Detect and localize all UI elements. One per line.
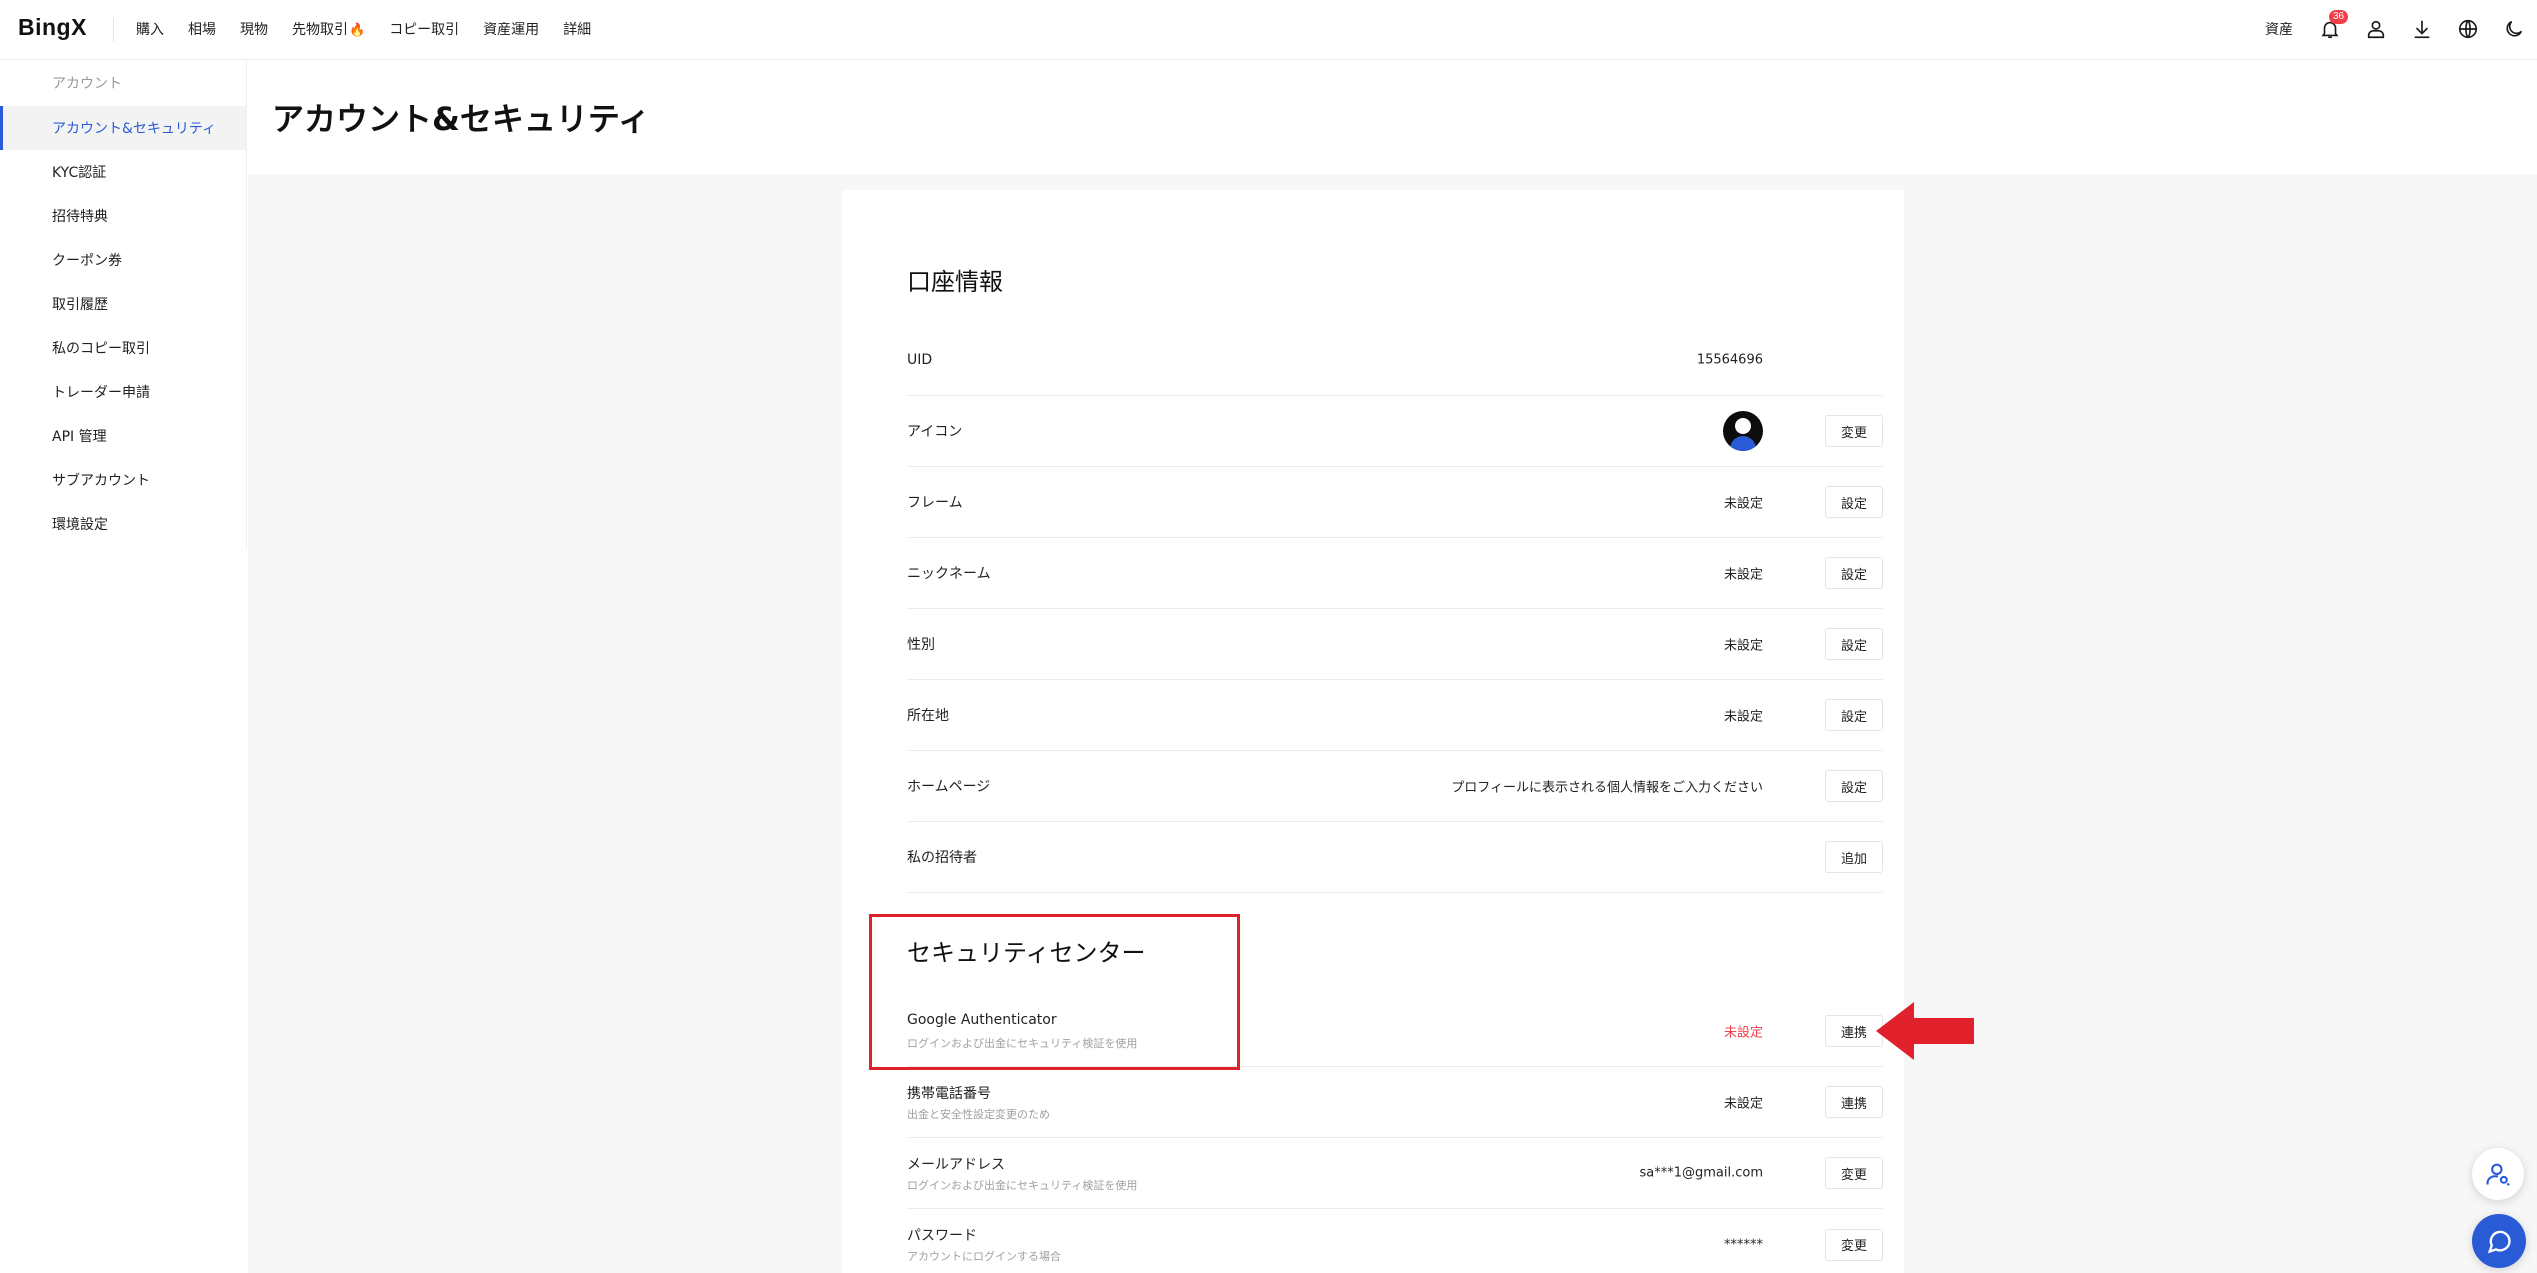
row-location: 所在地 未設定 設定: [907, 680, 1883, 751]
sidebar-item-trader-application[interactable]: トレーダー申請: [0, 370, 246, 414]
row-label: パスワード: [907, 1228, 977, 1244]
sidebar-item-kyc[interactable]: KYC認証: [0, 150, 246, 194]
language-button[interactable]: [2445, 0, 2491, 58]
uid-value: 15564696: [1696, 352, 1763, 368]
row-email: メールアドレス ログインおよび出金にセキュリティ検証を使用 sa***1@gma…: [907, 1138, 1883, 1209]
change-password-button[interactable]: 変更: [1825, 1228, 1883, 1261]
support-agent-button[interactable]: [2472, 1148, 2524, 1200]
row-my-inviter: 私の招待者 追加: [907, 822, 1883, 893]
bingx-logo[interactable]: BingX: [18, 14, 87, 41]
add-inviter-button[interactable]: 追加: [1825, 841, 1883, 873]
user-icon: [2367, 20, 2385, 39]
nav-menu: 購入 相場 現物 先物取引🔥 コピー取引 資産運用 詳細: [136, 0, 615, 58]
row-icon: アイコン 変更: [907, 396, 1883, 467]
set-nickname-button[interactable]: 設定: [1825, 557, 1883, 589]
account-button[interactable]: [2353, 0, 2399, 58]
frame-value: 未設定: [1723, 496, 1763, 512]
set-homepage-button[interactable]: 設定: [1825, 770, 1883, 802]
top-navigation: BingX 購入 相場 現物 先物取引🔥 コピー取引 資産運用 詳細 資産 36: [0, 0, 2537, 60]
nickname-value: 未設定: [1723, 567, 1763, 583]
location-value: 未設定: [1723, 709, 1763, 725]
set-location-button[interactable]: 設定: [1825, 699, 1883, 731]
row-label: フレーム: [907, 495, 963, 511]
row-label: 私の招待者: [907, 850, 977, 866]
row-label: 所在地: [907, 708, 949, 724]
sidebar-item-referral[interactable]: 招待特典: [0, 194, 246, 238]
moon-icon: [2506, 20, 2523, 37]
notification-badge: 36: [2329, 10, 2349, 24]
row-homepage: ホームページ プロフィールに表示される個人情報をご入力ください 設定: [907, 751, 1883, 822]
set-frame-button[interactable]: 設定: [1825, 486, 1883, 518]
google-auth-status: 未設定: [1723, 1025, 1763, 1041]
row-label: ホームページ: [907, 779, 991, 795]
nav-item-buy[interactable]: 購入: [136, 19, 164, 39]
nav-item-futures-label: 先物取引: [292, 22, 348, 38]
nav-item-markets[interactable]: 相場: [188, 19, 216, 39]
row-label: アイコン: [907, 424, 963, 440]
chat-bubble-icon: [2487, 1230, 2511, 1254]
globe-icon: [2458, 19, 2478, 39]
avatar: [1723, 411, 1763, 451]
change-icon-button[interactable]: 変更: [1825, 415, 1883, 447]
row-label: 性別: [907, 637, 935, 653]
avatar-body: [1730, 436, 1756, 451]
sidebar-item-coupons[interactable]: クーポン券: [0, 238, 246, 282]
row-password: パスワード アカウントにログインする場合 ****** 変更: [907, 1209, 1883, 1273]
page-title: アカウント&セキュリティ: [272, 100, 650, 138]
row-phone-number: 携帯電話番号 出金と安全性設定変更のため 未設定 連携: [907, 1067, 1883, 1138]
agent-icon: [2486, 1163, 2510, 1186]
row-label: ニックネーム: [907, 566, 991, 582]
nav-item-copy-trading[interactable]: コピー取引: [389, 19, 459, 39]
download-button[interactable]: [2399, 0, 2445, 58]
sidebar-item-my-copy-trading[interactable]: 私のコピー取引: [0, 326, 246, 370]
sidebar-header: アカウント: [52, 76, 122, 92]
theme-toggle-button[interactable]: [2491, 0, 2537, 58]
row-description: 出金と安全性設定変更のため: [907, 1108, 1050, 1121]
row-description: ログインおよび出金にセキュリティ検証を使用: [907, 1179, 1138, 1192]
nav-divider: [113, 18, 114, 42]
notification-button[interactable]: 36: [2307, 0, 2353, 58]
sidebar-item-api-management[interactable]: API 管理: [0, 414, 246, 458]
account-info-title: 口座情報: [907, 268, 1003, 296]
nav-item-earn[interactable]: 資産運用: [483, 19, 539, 39]
row-label: 携帯電話番号: [907, 1086, 991, 1102]
sidebar-item-sub-accounts[interactable]: サブアカウント: [0, 458, 246, 502]
sidebar-item-account-security[interactable]: アカウント&セキュリティ: [0, 106, 246, 150]
row-label: メールアドレス: [907, 1157, 1005, 1173]
download-icon: [2414, 20, 2430, 39]
row-nickname: ニックネーム 未設定 設定: [907, 538, 1883, 609]
nav-item-more[interactable]: 詳細: [563, 19, 591, 39]
sidebar-item-preferences[interactable]: 環境設定: [0, 502, 246, 546]
phone-status: 未設定: [1723, 1096, 1763, 1112]
nav-item-futures[interactable]: 先物取引🔥: [292, 19, 365, 39]
link-google-auth-button[interactable]: 連携: [1825, 1015, 1883, 1047]
row-frame: フレーム 未設定 設定: [907, 467, 1883, 538]
password-value: ******: [1724, 1237, 1763, 1252]
sidebar-item-trade-history[interactable]: 取引履歴: [0, 282, 246, 326]
row-description: アカウントにログインする場合: [907, 1250, 1061, 1263]
fire-icon: 🔥: [349, 23, 366, 38]
nav-item-spot[interactable]: 現物: [240, 19, 268, 39]
homepage-value: プロフィールに表示される個人情報をご入力ください: [1451, 780, 1763, 796]
assets-link[interactable]: 資産: [2265, 19, 2293, 39]
email-value: sa***1@gmail.com: [1639, 1165, 1763, 1181]
nav-right-actions: 資産 36: [2265, 0, 2537, 58]
link-phone-button[interactable]: 連携: [1825, 1086, 1883, 1118]
row-gender: 性別 未設定 設定: [907, 609, 1883, 680]
row-uid: UID 15564696: [907, 325, 1883, 396]
change-email-button[interactable]: 変更: [1825, 1157, 1883, 1189]
avatar-head: [1735, 418, 1751, 434]
row-label: UID: [907, 352, 933, 368]
gender-value: 未設定: [1723, 638, 1763, 654]
red-arrow-icon: [1876, 1002, 1974, 1060]
account-sidebar: アカウント アカウント&セキュリティ KYC認証 招待特典 クーポン券 取引履歴…: [0, 60, 247, 550]
chat-button[interactable]: [2472, 1214, 2526, 1268]
set-gender-button[interactable]: 設定: [1825, 628, 1883, 660]
highlight-box: [869, 914, 1240, 1070]
